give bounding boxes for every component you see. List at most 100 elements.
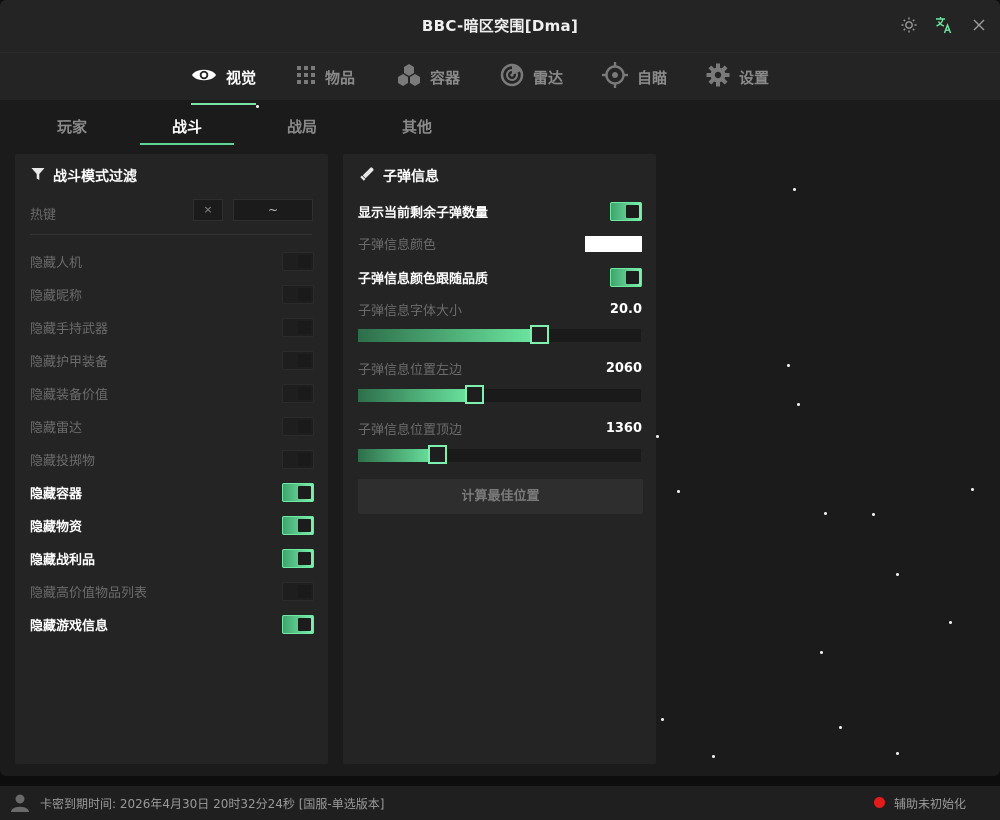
star-decoration [256, 105, 259, 108]
pos-left-row: 子弹信息位置左边 2060 [358, 359, 642, 378]
user-icon [10, 794, 30, 816]
filter-row-label: 隐藏昵称 [30, 288, 83, 304]
bullet-color-swatch[interactable] [585, 235, 642, 252]
pos-left-value: 2060 [605, 361, 642, 376]
show-bullet-count-label: 显示当前剩余子弹数量 [358, 206, 489, 221]
divider [30, 234, 312, 235]
star-decoration [896, 752, 899, 755]
panel-title: 战斗模式过滤 [53, 169, 137, 185]
tab-label: 物品 [325, 68, 356, 87]
filter-row-hide-containers: 隐藏容器 [30, 480, 314, 504]
panel-header: 战斗模式过滤 [31, 166, 137, 186]
show-bullet-count-row: 显示当前剩余子弹数量 [358, 202, 642, 221]
pos-top-slider[interactable] [358, 445, 641, 464]
status-bar: 卡密到期时间: 2026年4月30日 20时32分24秒 [国服-单选版本] 辅… [0, 786, 1000, 820]
filter-row-hide-radar: 隐藏雷达 [30, 414, 314, 438]
toggle-switch[interactable] [282, 482, 314, 502]
follow-quality-toggle[interactable] [610, 268, 642, 287]
subtab-match[interactable]: 战局 [247, 112, 357, 144]
crosshair-icon [602, 62, 628, 92]
filter-row-label: 隐藏高价值物品列表 [30, 585, 148, 601]
tab-items[interactable]: 物品 [296, 53, 355, 101]
star-decoration [872, 513, 875, 516]
pos-left-label: 子弹信息位置左边 [358, 363, 463, 378]
hotkey-input[interactable]: ~ [233, 199, 313, 221]
calc-best-position-button[interactable]: 计算最佳位置 [358, 479, 643, 514]
filter-row-hide-throwables: 隐藏投掷物 [30, 447, 314, 471]
toggle-switch[interactable] [282, 416, 314, 436]
license-expiry-text: 卡密到期时间: 2026年4月30日 20时32分24秒 [国服-单选版本] [40, 797, 385, 811]
slider-fill [358, 329, 540, 342]
tab-label: 自瞄 [637, 68, 668, 87]
filter-row-hide-gear-value: 隐藏装备价值 [30, 381, 314, 405]
toggle-switch[interactable] [282, 350, 314, 370]
tab-label: 容器 [430, 68, 461, 87]
title-bar: BBC-暗区突围[Dma] [0, 0, 1000, 52]
radar-icon [500, 63, 524, 91]
filter-row-hide-game-info: 隐藏游戏信息 [30, 612, 314, 636]
star-decoration [797, 403, 800, 406]
star-decoration [712, 755, 715, 758]
star-decoration [677, 490, 680, 493]
subtab-combat[interactable]: 战斗 [132, 112, 242, 145]
toggle-switch[interactable] [282, 317, 314, 337]
filter-row-label: 隐藏容器 [30, 486, 83, 502]
filter-row-hide-weapon: 隐藏手持武器 [30, 315, 314, 339]
slider-thumb[interactable] [428, 445, 448, 464]
toggle-switch[interactable] [282, 284, 314, 304]
star-decoration [896, 573, 899, 576]
tab-radar[interactable]: 雷达 [500, 53, 563, 101]
filter-row-label: 隐藏投掷物 [30, 453, 96, 469]
bullet-info-panel: 子弹信息 显示当前剩余子弹数量 子弹信息颜色 子弹信息颜色跟随品质 子弹信息字体… [343, 154, 656, 764]
panel-header: 子弹信息 [359, 166, 439, 186]
hotkey-clear-button[interactable]: × [193, 199, 223, 221]
toggle-switch[interactable] [282, 548, 314, 568]
bullet-color-row: 子弹信息颜色 [358, 234, 642, 253]
tab-aim[interactable]: 自瞄 [602, 53, 667, 101]
filter-row-hide-armor: 隐藏护甲装备 [30, 348, 314, 372]
tab-label: 视觉 [226, 68, 257, 87]
eye-icon [191, 66, 217, 88]
follow-quality-label: 子弹信息颜色跟随品质 [358, 272, 489, 287]
star-decoration [661, 718, 664, 721]
filter-row-hide-high-value-list: 隐藏高价值物品列表 [30, 579, 314, 603]
sun-icon[interactable] [898, 14, 920, 36]
panel-title: 子弹信息 [383, 169, 439, 185]
slider-thumb[interactable] [465, 385, 485, 404]
font-size-slider[interactable] [358, 325, 641, 344]
status-indicator-dot [874, 797, 885, 808]
tab-settings[interactable]: 设置 [706, 53, 769, 101]
filter-icon [31, 167, 45, 185]
tab-visual[interactable]: 视觉 [191, 53, 257, 105]
slider-fill [358, 449, 438, 462]
toggle-switch[interactable] [282, 614, 314, 634]
show-bullet-count-toggle[interactable] [610, 202, 642, 221]
toggle-switch[interactable] [282, 515, 314, 535]
font-size-value: 20.0 [609, 302, 642, 317]
font-size-row: 子弹信息字体大小 20.0 [358, 300, 642, 319]
filter-row-label: 隐藏游戏信息 [30, 618, 109, 634]
gear-icon [706, 63, 730, 91]
toggle-switch[interactable] [282, 449, 314, 469]
star-decoration [839, 726, 842, 729]
filter-row-label: 隐藏护甲装备 [30, 354, 109, 370]
filter-row-hide-bots: 隐藏人机 [30, 249, 314, 273]
toggle-switch[interactable] [282, 251, 314, 271]
active-tab-underline [191, 103, 257, 105]
subtab-other[interactable]: 其他 [362, 112, 472, 144]
slider-fill [358, 389, 475, 402]
star-decoration [656, 435, 659, 438]
bullet-color-label: 子弹信息颜色 [358, 238, 437, 253]
star-decoration [793, 188, 796, 191]
close-icon[interactable] [968, 14, 990, 36]
follow-quality-row: 子弹信息颜色跟随品质 [358, 268, 642, 287]
tab-containers[interactable]: 容器 [397, 53, 460, 101]
pos-left-slider[interactable] [358, 385, 641, 404]
slider-thumb[interactable] [530, 325, 550, 344]
grid-icon [296, 65, 316, 89]
toggle-switch[interactable] [282, 383, 314, 403]
toggle-switch[interactable] [282, 581, 314, 601]
star-decoration [787, 364, 790, 367]
subtab-player[interactable]: 玩家 [17, 112, 127, 144]
translate-icon[interactable] [933, 14, 955, 36]
